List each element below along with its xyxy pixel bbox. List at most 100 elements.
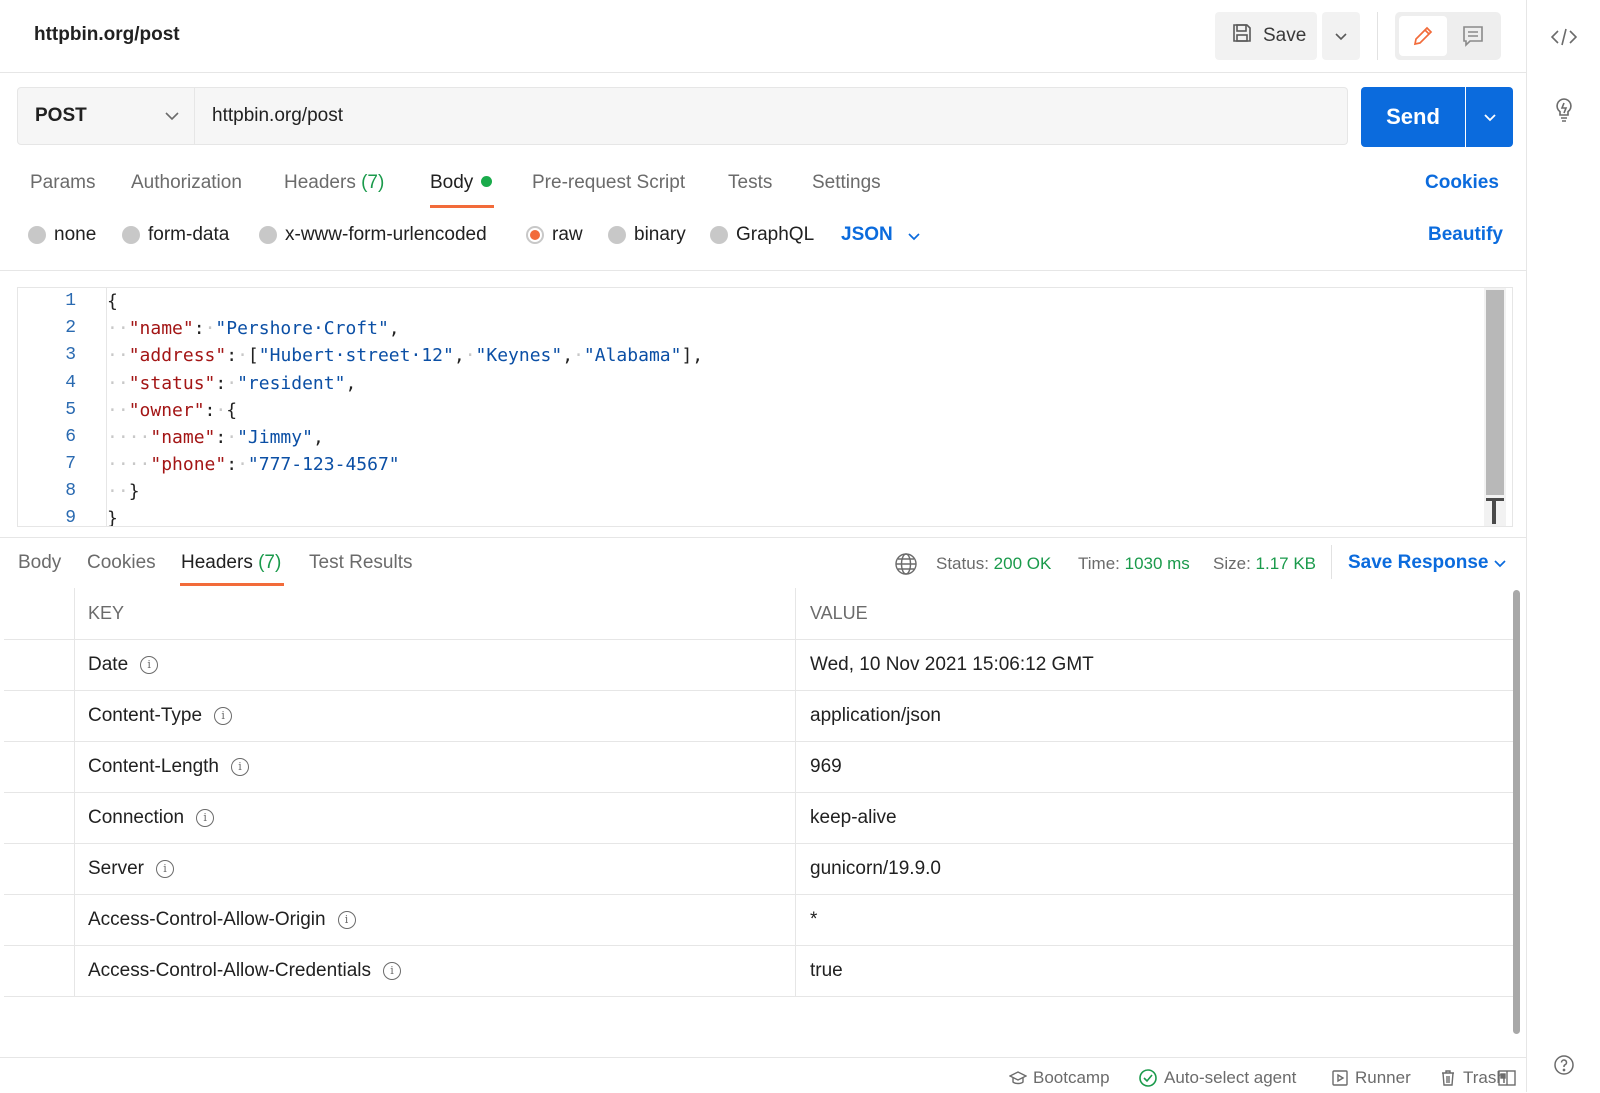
body-editor[interactable]: 1 2 3 4 5 6 7 8 9 { ··"name":·"Pershore·… [17, 287, 1513, 527]
pencil-icon [1413, 26, 1433, 46]
agent-button[interactable]: Auto-select agent [1138, 1068, 1296, 1088]
send-options-button[interactable] [1466, 87, 1513, 147]
line-number: 3 [65, 345, 76, 365]
tab-settings[interactable]: Settings [812, 172, 881, 194]
comment-mode-button[interactable] [1449, 16, 1497, 56]
table-row: Server i gunicorn/19.9.0 [4, 843, 1514, 895]
tab-body[interactable]: Body [430, 172, 493, 194]
header-key: Access-Control-Allow-Credentials i [74, 945, 796, 996]
method-select[interactable]: POST [17, 87, 195, 145]
request-workspace: httpbin.org/post Save POST httpbin.org/p… [0, 0, 1526, 1092]
response-size[interactable]: Size: 1.17 KB [1213, 554, 1316, 574]
url-input[interactable]: httpbin.org/post [195, 87, 1348, 145]
globe-icon[interactable] [894, 552, 918, 576]
response-tab-headers[interactable]: Headers (7) [181, 552, 281, 574]
info-icon[interactable]: i [214, 706, 233, 725]
bootcamp-button[interactable]: Bootcamp [1009, 1068, 1110, 1088]
header-key: Server i [74, 843, 796, 894]
editor-scrollbar[interactable] [1484, 288, 1506, 526]
info-icon[interactable]: i [382, 961, 401, 980]
code-line: ····"name":·"Jimmy", [107, 427, 324, 448]
right-sidebar [1526, 0, 1600, 1092]
radio-label: none [54, 224, 97, 245]
layout-toggle-button[interactable] [1497, 1068, 1517, 1088]
code-line: { [107, 291, 118, 312]
header-key: Content-Type i [74, 690, 796, 741]
active-tab-underline [180, 583, 284, 586]
radio-urlencoded[interactable]: x-www-form-urlencoded [259, 224, 487, 246]
code-line: ··} [107, 481, 140, 502]
radio-binary[interactable]: binary [608, 224, 686, 246]
code-area[interactable]: { ··"name":·"Pershore·Croft", ··"address… [106, 288, 1482, 526]
save-options-button[interactable] [1322, 12, 1360, 60]
trash-icon [1442, 1070, 1454, 1086]
info-icon[interactable]: i [337, 910, 356, 929]
tab-headers[interactable]: Headers (7) [284, 172, 384, 194]
header-key-text: Server [88, 857, 144, 879]
table-row: Access-Control-Allow-Origin i * [4, 894, 1514, 946]
response-tab-headers-label: Headers [181, 552, 253, 573]
tab-tests[interactable]: Tests [728, 172, 772, 194]
chevron-down-icon[interactable] [1493, 557, 1507, 571]
header-value: 969 [810, 755, 842, 777]
scrollbar-thumb[interactable] [1513, 590, 1520, 1034]
scrollbar-thumb[interactable] [1486, 290, 1504, 495]
info-icon[interactable]: i [231, 757, 249, 776]
cookies-link[interactable]: Cookies [1425, 172, 1499, 194]
radio-graphql[interactable]: GraphQL [710, 224, 814, 246]
column-header-key: KEY [74, 588, 796, 639]
send-button[interactable]: Send [1361, 87, 1465, 147]
body-format-select[interactable]: JSON [841, 224, 893, 246]
edit-mode-button[interactable] [1399, 16, 1447, 56]
table-cell [4, 945, 75, 996]
info-icon[interactable]: i [155, 859, 174, 878]
table-cell [4, 690, 75, 741]
response-tab-test-results[interactable]: Test Results [309, 552, 412, 574]
tab-authorization[interactable]: Authorization [131, 172, 242, 194]
line-number: 4 [65, 373, 76, 393]
tab-prerequest-script[interactable]: Pre-request Script [532, 172, 685, 194]
response-scrollbar[interactable] [1510, 588, 1522, 1038]
code-snippet-button[interactable] [1549, 22, 1579, 52]
code-line: ··"name":·"Pershore·Croft", [107, 318, 400, 339]
header-key: Access-Control-Allow-Origin i [74, 894, 796, 945]
save-button[interactable]: Save [1215, 12, 1317, 60]
check-circle-icon [1139, 1069, 1157, 1087]
radio-none[interactable]: none [28, 224, 96, 246]
tab-params[interactable]: Params [30, 172, 95, 194]
trash-button[interactable]: Trash [1439, 1068, 1506, 1088]
table-cell [4, 588, 75, 639]
header-key: Content-Length i [74, 741, 796, 792]
header-key: Connection i [74, 792, 796, 843]
request-title[interactable]: httpbin.org/post [34, 24, 180, 46]
request-header: httpbin.org/post Save [0, 0, 1526, 73]
size-value: 1.17 KB [1255, 554, 1317, 573]
info-icon[interactable]: i [140, 655, 159, 674]
status-bar: Bootcamp Auto-select agent Runner Trash [0, 1057, 1526, 1093]
line-number: 5 [65, 400, 76, 420]
method-value: POST [35, 105, 87, 126]
insights-button[interactable] [1549, 95, 1579, 125]
chevron-down-icon[interactable] [907, 230, 921, 244]
status-label: Status: [936, 554, 989, 573]
radio-raw[interactable]: raw [526, 224, 583, 246]
mode-toggle [1395, 12, 1501, 60]
beautify-button[interactable]: Beautify [1428, 224, 1503, 246]
response-tab-body[interactable]: Body [18, 552, 61, 574]
code-line: ··"owner":·{ [107, 400, 238, 421]
response-time[interactable]: Time: 1030 ms [1078, 554, 1190, 574]
body-indicator-dot [481, 176, 493, 187]
radio-label: raw [552, 224, 583, 245]
save-response-button[interactable]: Save Response [1348, 552, 1488, 574]
runner-button[interactable]: Runner [1331, 1068, 1411, 1088]
divider [0, 270, 1526, 271]
info-icon[interactable]: i [196, 808, 215, 827]
table-row: Connection i keep-alive [4, 792, 1514, 844]
radio-form-data[interactable]: form-data [122, 224, 229, 246]
header-key-text: Access-Control-Allow-Origin [88, 908, 326, 930]
line-number: 8 [65, 481, 76, 501]
line-number: 2 [65, 318, 76, 338]
response-tab-cookies[interactable]: Cookies [87, 552, 156, 574]
code-icon [1551, 28, 1577, 46]
help-button[interactable] [1549, 1050, 1579, 1080]
